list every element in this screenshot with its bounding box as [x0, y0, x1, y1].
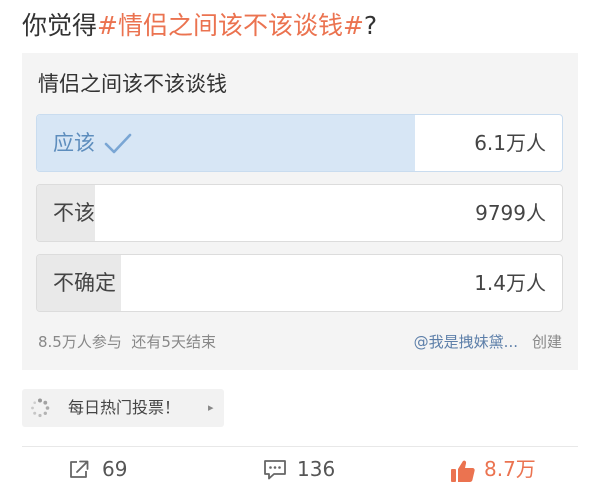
- created-label: 创建: [531, 333, 562, 351]
- creator-link[interactable]: @我是拽妹黛...: [414, 333, 518, 351]
- post-title: 你觉得#情侣之间该不该谈钱#?: [22, 6, 377, 46]
- title-suffix: ?: [363, 11, 378, 40]
- option-label: 不确定: [53, 271, 116, 295]
- daily-vote-label: 每日热门投票！: [68, 398, 181, 417]
- loading-spinner-icon: [31, 398, 50, 418]
- time-remaining: 还有5天结束: [131, 333, 216, 351]
- poll-creator: @我是拽妹黛... 创建: [414, 330, 562, 354]
- comment-count: 136: [297, 457, 336, 481]
- poll-question: 情侣之间该不该谈钱: [38, 72, 227, 96]
- poll-option-no[interactable]: 不该 9799人: [36, 184, 563, 242]
- thumbs-up-icon: [451, 460, 475, 482]
- daily-hot-vote-button[interactable]: 每日热门投票！ ▸: [22, 389, 224, 427]
- comment-icon: [264, 460, 286, 480]
- option-count: 1.4万人: [474, 271, 546, 295]
- poll-stats: 8.5万人参与 还有5天结束: [38, 330, 216, 354]
- option-count: 6.1万人: [474, 131, 546, 155]
- participants-count: 8.5万人参与: [38, 333, 122, 351]
- option-count: 9799人: [475, 201, 546, 225]
- title-prefix: 你觉得: [22, 11, 98, 40]
- option-label: 应该: [53, 131, 95, 155]
- share-icon: [70, 460, 89, 478]
- topic-link[interactable]: #情侣之间该不该谈钱#: [97, 11, 364, 40]
- divider: [22, 446, 578, 447]
- poll-option-unsure[interactable]: 不确定 1.4万人: [36, 254, 563, 312]
- poll-option-yes[interactable]: 应该 6.1万人: [36, 114, 563, 172]
- share-count: 69: [102, 457, 128, 481]
- chevron-right-icon: ▸: [208, 401, 214, 414]
- option-label: 不该: [53, 201, 95, 225]
- checkmark-icon: [104, 133, 132, 154]
- poll-card: 情侣之间该不该谈钱 应该 6.1万人 不该 9799人 不确定 1.4万人 8.…: [22, 53, 578, 370]
- poll-footer: 8.5万人参与 还有5天结束 @我是拽妹黛... 创建: [38, 330, 562, 354]
- like-count: 8.7万: [484, 457, 536, 481]
